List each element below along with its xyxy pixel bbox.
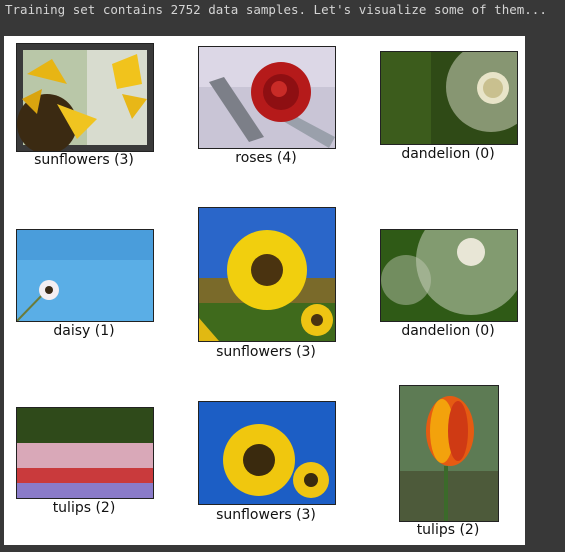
sample-label: sunflowers (3) xyxy=(216,507,316,523)
console-output-line: Training set contains 2752 data samples.… xyxy=(5,2,547,17)
sample-label: dandelion (0) xyxy=(401,146,495,162)
sample-label: roses (4) xyxy=(235,150,297,166)
sample-image-tulip-garden xyxy=(16,407,154,499)
sample-image-daisy-blue-sky xyxy=(16,229,154,322)
sample-label: tulips (2) xyxy=(416,522,480,538)
sample-image-sunflower-blue-sky xyxy=(198,401,336,505)
sample-label: sunflowers (3) xyxy=(216,344,316,360)
sample-image-sunflower-field xyxy=(198,207,336,342)
sample-label: sunflowers (3) xyxy=(34,152,134,168)
sample-label: tulips (2) xyxy=(52,500,116,516)
sample-image-sunflower-closeup xyxy=(16,43,154,152)
sample-image-dandelion-seeds xyxy=(380,229,518,322)
sample-image-orange-tulip xyxy=(399,385,499,522)
sample-image-red-rose xyxy=(198,46,336,149)
output-figure: sunflowers (3) roses (4) dandelion (0) d… xyxy=(4,36,525,545)
sample-label: daisy (1) xyxy=(53,323,115,339)
sample-image-dandelion-seedhead xyxy=(380,51,518,145)
sample-label: dandelion (0) xyxy=(401,323,495,339)
